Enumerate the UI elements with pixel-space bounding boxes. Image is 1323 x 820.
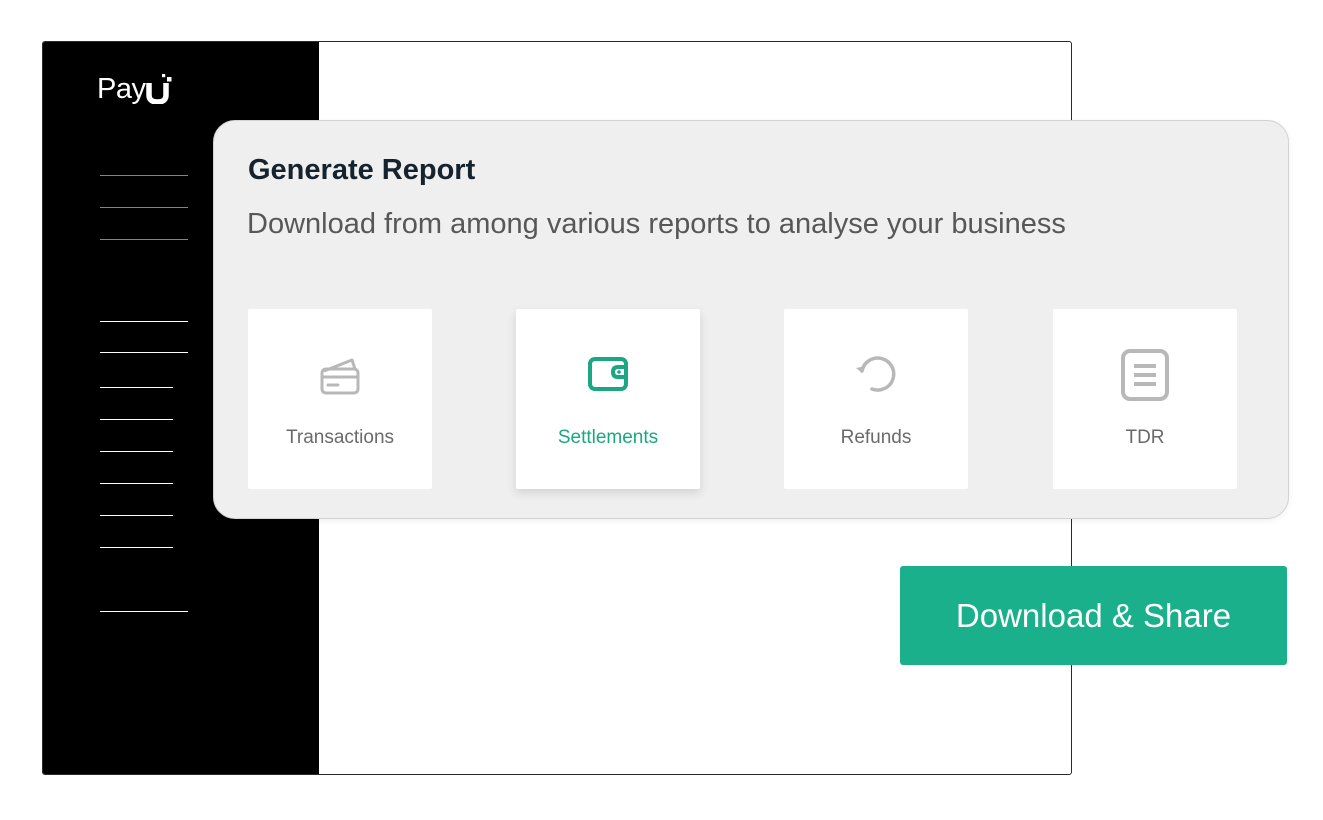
sidebar-item-12[interactable] [100, 611, 188, 612]
report-tile-transactions[interactable]: Transactions [248, 309, 432, 489]
wallet-icon [580, 347, 636, 403]
tile-label-settlements: Settlements [557, 427, 659, 448]
tile-label-refunds: Refunds [840, 427, 912, 448]
canvas: Pay Generate Report Download from among … [0, 0, 1323, 820]
report-tile-tdr[interactable]: TDR [1053, 309, 1237, 489]
sidebar-item-11[interactable] [100, 547, 173, 548]
tile-label-tdr: TDR [1125, 427, 1165, 448]
refresh-arrow-icon [848, 347, 904, 403]
credit-card-icon [312, 347, 368, 403]
report-tile-settlements[interactable]: Settlements [516, 309, 700, 489]
sidebar-item-6[interactable] [100, 387, 173, 388]
sidebar-item-4[interactable] [100, 321, 188, 322]
report-subtitle: Download from among various reports to a… [247, 208, 1066, 240]
payu-logo[interactable]: Pay [97, 68, 174, 104]
sidebar-item-3[interactable] [100, 239, 188, 240]
tile-label-transactions: Transactions [285, 427, 395, 448]
sidebar-item-9[interactable] [100, 483, 173, 484]
sidebar-item-2[interactable] [100, 207, 188, 208]
sidebar-item-1[interactable] [100, 175, 188, 176]
sidebar-item-8[interactable] [100, 451, 173, 452]
logo-u-icon [146, 74, 172, 104]
logo-text: Pay [97, 73, 146, 105]
sidebar-item-7[interactable] [100, 419, 173, 420]
sidebar-item-5[interactable] [100, 352, 188, 353]
generate-report-card: Generate Report Download from among vari… [213, 120, 1289, 519]
report-title: Generate Report [248, 154, 476, 186]
report-tile-refunds[interactable]: Refunds [784, 309, 968, 489]
sidebar-item-10[interactable] [100, 515, 173, 516]
download-share-button[interactable]: Download & Share [900, 566, 1287, 665]
document-lines-icon [1117, 347, 1173, 403]
